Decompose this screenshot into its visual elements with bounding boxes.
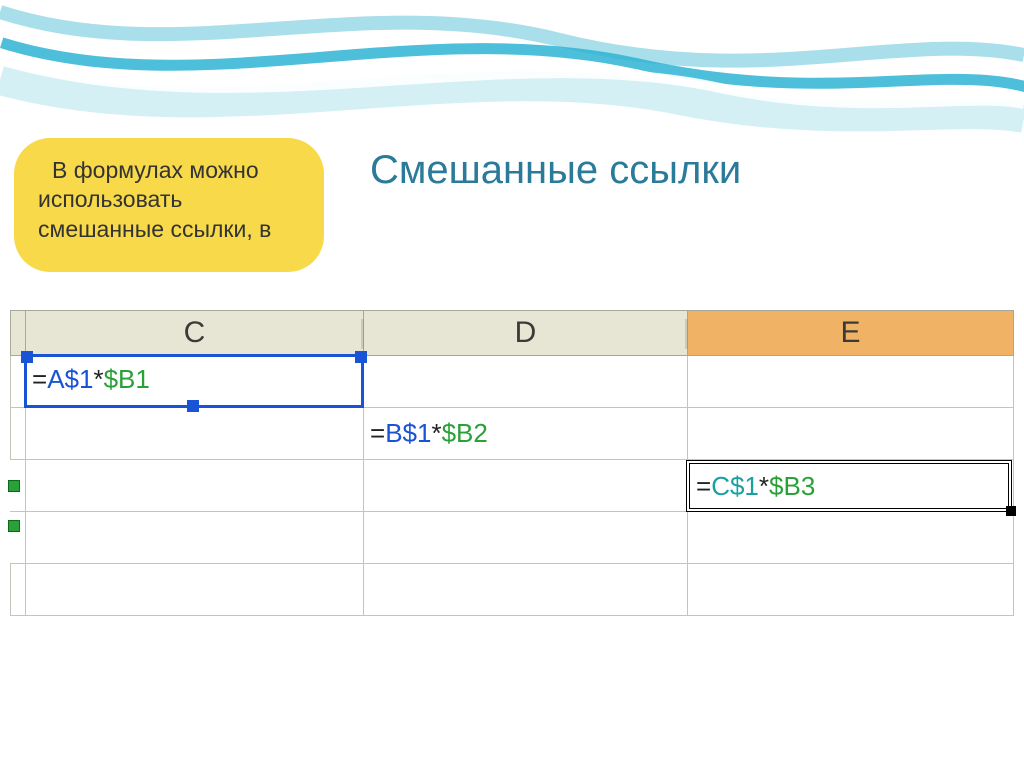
cell-d1[interactable] [364,356,688,408]
cell-d4[interactable] [364,512,688,564]
cell-c1-formula: =A$1*$B1 [32,364,150,395]
column-header-stub[interactable] [10,310,26,356]
column-header-label: D [515,316,537,349]
fill-handle[interactable] [1006,506,1016,516]
cell-e4[interactable] [688,512,1014,564]
cell-c4[interactable] [26,512,364,564]
table-row [10,356,1014,408]
formula-eq: = [370,418,385,449]
formula-ref: $B2 [442,418,488,449]
table-row: =B$1*$B2 [10,408,1014,460]
row-stub[interactable] [10,356,26,408]
formula-op: * [759,471,769,502]
callout-box: В формулах можно использовать смешанные … [14,138,324,272]
slide-title: Смешанные ссылки [370,148,741,193]
editing-cell[interactable]: =C$1*$B3 [686,460,1012,512]
cell-d5[interactable] [364,564,688,616]
formula-ref: A$1 [47,364,93,394]
formula-eq: = [32,364,47,394]
row-stub[interactable] [10,512,26,564]
spreadsheet: C D E =B$1*$B2 [10,310,1014,616]
row-stub[interactable] [10,408,26,460]
cell-e2[interactable] [688,408,1014,460]
cell-c5[interactable] [26,564,364,616]
cell-c3[interactable] [26,460,364,512]
table-row [10,564,1014,616]
callout-line: смешанные ссылки, в [38,215,304,244]
formula-ref: B$1 [385,418,431,449]
formula-ref: $B3 [769,471,815,502]
callout-line: В формулах можно [52,156,304,185]
table-row [10,512,1014,564]
row-stub[interactable] [10,564,26,616]
cell-c2[interactable] [26,408,364,460]
cell-e5[interactable] [688,564,1014,616]
column-header-d[interactable]: D [364,310,688,356]
formula-ref: $B1 [104,364,150,394]
column-header-label: E [840,316,860,349]
formula-ref: C$1 [711,471,759,502]
callout-line: использовать [38,185,304,214]
cell-d3[interactable] [364,460,688,512]
header-row: C D E [10,310,1014,356]
cell-d2[interactable]: =B$1*$B2 [364,408,688,460]
formula-eq: = [696,471,711,502]
formula-op: * [93,364,103,394]
row-stub[interactable] [10,460,26,512]
cell-e1[interactable] [688,356,1014,408]
column-header-c[interactable]: C [26,310,364,356]
column-header-label: C [184,316,206,349]
column-header-e[interactable]: E [688,310,1014,356]
formula-op: * [431,418,441,449]
